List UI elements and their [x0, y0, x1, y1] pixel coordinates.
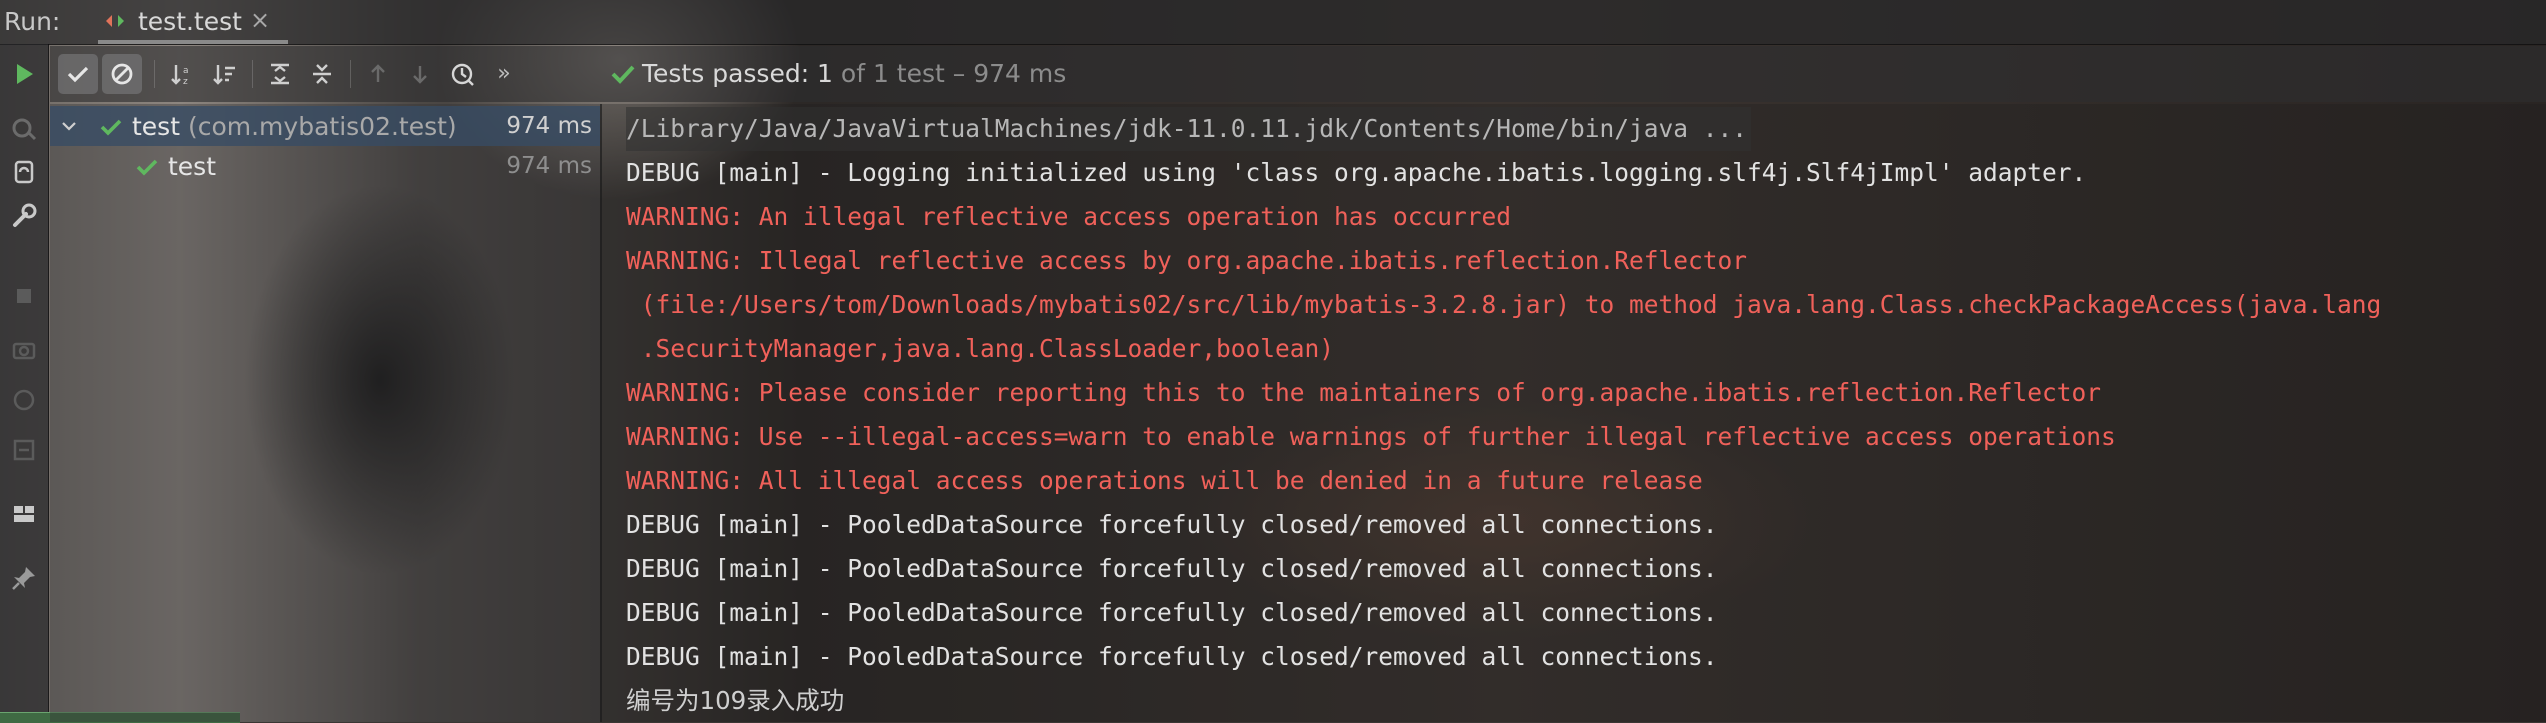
console-line-command: /Library/Java/JavaVirtualMachines/jdk-11… [626, 107, 1752, 151]
rerun-icon[interactable] [8, 58, 40, 90]
tests-passed-check-icon [608, 59, 638, 89]
expand-all-icon[interactable] [260, 54, 300, 94]
tree-row-label: test [168, 152, 217, 181]
rerun-failed-icon[interactable] [8, 112, 40, 144]
export-icon[interactable] [8, 434, 40, 466]
tree-row-duration: 974 ms [506, 153, 592, 179]
run-tab-test[interactable]: test.test × [98, 0, 288, 44]
run-tool-window: Run: test.test × a z » Tests passed: 1 o… [0, 0, 2546, 723]
layout-icon[interactable] [8, 498, 40, 530]
console-line-debug: DEBUG [main] - Logging initialized using… [626, 158, 2087, 187]
sort-by-duration-icon[interactable] [204, 54, 244, 94]
settings-wrench-icon[interactable] [8, 200, 40, 232]
console-line-output: 编号为109录入成功 [626, 686, 845, 715]
test-status: Tests passed: 1 of 1 test – 974 ms [642, 59, 1066, 88]
tree-row-duration: 974 ms [506, 113, 592, 139]
screenshot-icon[interactable] [8, 334, 40, 366]
toolbar-separator [350, 60, 351, 88]
side-toolbar [0, 44, 49, 722]
test-toolbar: az » Tests passed: 1 of 1 test – 974 ms [50, 46, 2546, 102]
tree-row-label: test (com.mybatis02.test) [132, 112, 457, 141]
close-icon[interactable]: × [250, 6, 270, 34]
sort-alphabetically-icon[interactable]: az [162, 54, 202, 94]
console-line-debug: DEBUG [main] - PooledDataSource forceful… [626, 510, 1718, 539]
console-line-warning: WARNING: Please consider reporting this … [626, 378, 2102, 407]
test-history-icon[interactable] [442, 54, 482, 94]
console-line-debug: DEBUG [main] - PooledDataSource forceful… [626, 554, 1718, 583]
show-passed-icon[interactable] [58, 54, 98, 94]
tree-row-test-class[interactable]: test (com.mybatis02.test) 974 ms [50, 106, 600, 146]
console-line-warning: (file:/Users/tom/Downloads/mybatis02/src… [626, 290, 2382, 319]
run-tab-label: test.test [138, 7, 242, 36]
console-output[interactable]: /Library/Java/JavaVirtualMachines/jdk-11… [602, 104, 2546, 722]
test-status-passed: Tests passed: 1 [642, 59, 833, 88]
run-bar: Run: test.test × [0, 0, 2546, 45]
console-line-warning: WARNING: All illegal access operations w… [626, 466, 1703, 495]
previous-failed-test-icon[interactable] [358, 54, 398, 94]
tree-row-test-method[interactable]: test 974 ms [50, 146, 600, 186]
test-passed-icon [98, 114, 124, 140]
test-status-summary: of 1 test – 974 ms [832, 59, 1067, 88]
more-icon[interactable]: » [484, 54, 524, 94]
junit-config-icon [103, 9, 127, 33]
stop-icon[interactable] [8, 280, 40, 312]
next-failed-test-icon[interactable] [400, 54, 440, 94]
toolbar-separator [154, 60, 155, 88]
console-line-warning: WARNING: Use --illegal-access=warn to en… [626, 422, 2116, 451]
pin-icon[interactable] [8, 562, 40, 594]
console-line-debug: DEBUG [main] - PooledDataSource forceful… [626, 642, 1718, 671]
toolbar-separator [252, 60, 253, 88]
show-ignored-icon[interactable] [102, 54, 142, 94]
console-line-warning: .SecurityManager,java.lang.ClassLoader,b… [626, 334, 1335, 363]
svg-text:z: z [183, 77, 188, 87]
collapse-all-icon[interactable] [302, 54, 342, 94]
console-line-debug: DEBUG [main] - PooledDataSource forceful… [626, 598, 1718, 627]
restore-layout-icon[interactable] [8, 384, 40, 416]
console-line-warning: WARNING: An illegal reflective access op… [626, 202, 1512, 231]
svg-text:a: a [183, 66, 189, 76]
toggle-auto-test-icon[interactable] [8, 156, 40, 188]
test-passed-icon [134, 154, 160, 180]
chevron-down-icon[interactable] [60, 117, 78, 135]
run-label: Run: [4, 7, 61, 36]
tree-row-package: (com.mybatis02.test) [180, 112, 457, 141]
console-line-warning: WARNING: Illegal reflective access by or… [626, 246, 1748, 275]
test-tree: test (com.mybatis02.test) 974 ms test 97… [50, 104, 602, 722]
